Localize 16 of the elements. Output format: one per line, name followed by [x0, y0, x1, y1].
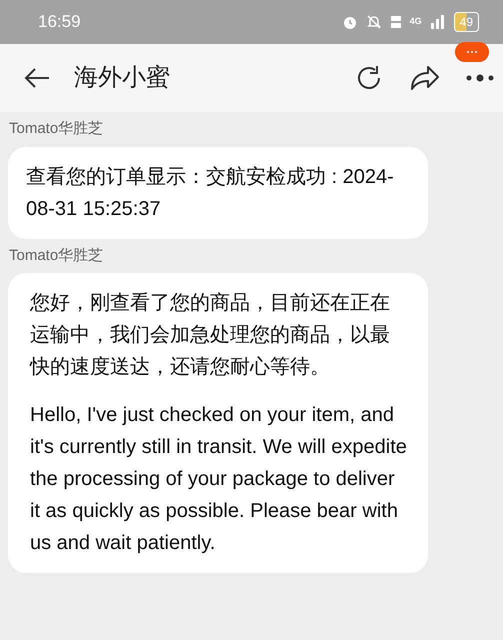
network-type: 4G — [410, 15, 422, 28]
chat-title: 海外小蜜 — [74, 63, 171, 93]
battery-level: 49 — [454, 12, 479, 32]
status-time: 16:59 — [38, 11, 81, 34]
more-icon[interactable] — [465, 72, 495, 83]
alarm-icon — [342, 14, 358, 30]
bell-muted-icon — [366, 14, 382, 30]
back-icon[interactable] — [24, 67, 50, 89]
share-icon[interactable] — [409, 64, 441, 92]
message-text: 查看您的订单显示：交航安检成功 : 2024-08-31 15:25:37 — [26, 164, 395, 222]
sender-name: Tomato华胜芝 — [8, 246, 104, 266]
notification-icon[interactable] — [455, 42, 489, 62]
message-text: Hello, I've just checked on your item, and it's currently still in transit. We will expedite the processing of your package to deliver it as quickly as possible. Please bear with us and wait patiently. — [30, 403, 407, 556]
message-text: 您好，刚查看了您的商品，目前还在正在运输中，我们会加急处理您的商品，以最快的速度送达，还请您耐心等待。 — [30, 291, 391, 380]
sender-name: Tomato华胜芝 — [8, 119, 104, 139]
signal-icon — [430, 14, 446, 30]
